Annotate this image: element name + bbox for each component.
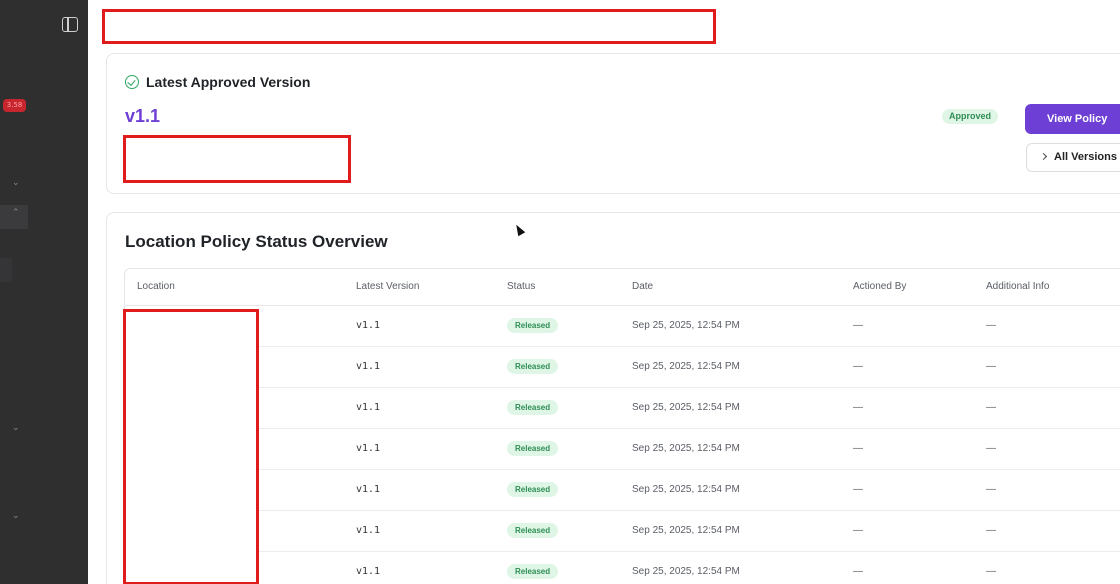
panel-toggle-icon[interactable]	[62, 17, 78, 32]
version-cell: v1.1	[344, 428, 495, 470]
column-header: Location	[125, 269, 344, 306]
column-header: Actioned By	[841, 269, 974, 306]
all-versions-label: All Versions	[1054, 151, 1117, 163]
additional-info-cell: —	[974, 305, 1120, 347]
chevron-down-icon[interactable]: ⌄	[12, 423, 20, 433]
section-title: Location Policy Status Overview	[125, 232, 388, 251]
chevron-down-icon[interactable]: ⌄	[12, 511, 20, 521]
redacted-page-title	[102, 9, 716, 44]
date-cell: Sep 25, 2025, 12:54 PM	[620, 346, 841, 388]
column-header: Date	[620, 269, 841, 306]
date-cell: Sep 25, 2025, 12:54 PM	[620, 510, 841, 552]
status-cell: Released	[495, 510, 620, 552]
additional-info-cell: —	[974, 346, 1120, 388]
sidebar-badge: 3.58	[3, 99, 26, 112]
additional-info-cell: —	[974, 469, 1120, 511]
redacted-version-details	[123, 135, 351, 183]
actioned-by-cell: —	[841, 387, 974, 429]
chevron-up-icon[interactable]: ⌃	[12, 208, 20, 218]
version-cell: v1.1	[344, 469, 495, 511]
all-versions-button[interactable]: All Versions	[1026, 143, 1120, 172]
date-cell: Sep 25, 2025, 12:54 PM	[620, 469, 841, 511]
approved-version-header: Latest Approved Version	[125, 74, 310, 90]
actioned-by-cell: —	[841, 428, 974, 470]
actioned-by-cell: —	[841, 305, 974, 347]
approved-version-number: v1.1	[125, 106, 161, 126]
date-cell: Sep 25, 2025, 12:54 PM	[620, 551, 841, 584]
version-cell: v1.1	[344, 510, 495, 552]
status-cell: Released	[495, 428, 620, 470]
additional-info-cell: —	[974, 387, 1120, 429]
date-cell: Sep 25, 2025, 12:54 PM	[620, 428, 841, 470]
chevron-right-icon	[1039, 152, 1048, 161]
additional-info-cell: —	[974, 510, 1120, 552]
status-badge: Approved	[942, 109, 999, 124]
table-header-row: Location Latest Version Status Date Acti…	[125, 269, 1120, 306]
table-row[interactable]: v1.1 Released Sep 25, 2025, 12:54 PM — —	[125, 510, 1120, 552]
table-row[interactable]: v1.1 Released Sep 25, 2025, 12:54 PM — —	[125, 469, 1120, 511]
status-badge: Released	[507, 564, 559, 579]
approved-version-heading: Latest Approved Version	[146, 74, 311, 90]
status-cell: Released	[495, 305, 620, 347]
date-cell: Sep 25, 2025, 12:54 PM	[620, 387, 841, 429]
status-badge: Released	[507, 441, 559, 456]
approved-version-card: Latest Approved Version v1.1 Approved Vi…	[106, 53, 1120, 194]
status-cell: Released	[495, 387, 620, 429]
main-content: Latest Approved Version v1.1 Approved Vi…	[88, 0, 1120, 584]
redacted-location-column	[123, 309, 259, 584]
status-badge: Released	[507, 318, 559, 333]
status-badge: Released	[507, 482, 559, 497]
table-row[interactable]: v1.1 Released Sep 25, 2025, 12:54 PM — —	[125, 346, 1120, 388]
column-header: Additional Info	[974, 269, 1120, 306]
version-cell: v1.1	[344, 346, 495, 388]
actioned-by-cell: —	[841, 469, 974, 511]
actioned-by-cell: —	[841, 346, 974, 388]
additional-info-cell: —	[974, 551, 1120, 584]
column-header: Status	[495, 269, 620, 306]
additional-info-cell: —	[974, 428, 1120, 470]
date-cell: Sep 25, 2025, 12:54 PM	[620, 305, 841, 347]
status-cell: Released	[495, 551, 620, 584]
status-badge: Released	[507, 400, 559, 415]
actioned-by-cell: —	[841, 551, 974, 584]
table-row[interactable]: v1.1 Released Sep 25, 2025, 12:54 PM — —	[125, 428, 1120, 470]
version-cell: v1.1	[344, 551, 495, 584]
version-cell: v1.1	[344, 305, 495, 347]
column-header: Latest Version	[344, 269, 495, 306]
version-cell: v1.1	[344, 387, 495, 429]
view-policy-button[interactable]: View Policy	[1025, 104, 1120, 134]
status-cell: Released	[495, 469, 620, 511]
status-cell: Released	[495, 346, 620, 388]
status-badge: Released	[507, 523, 559, 538]
table-row[interactable]: v1.1 Released Sep 25, 2025, 12:54 PM — —	[125, 551, 1120, 584]
table-row[interactable]: v1.1 Released Sep 25, 2025, 12:54 PM — —	[125, 305, 1120, 347]
check-circle-icon	[125, 75, 139, 89]
sidebar: 3.58 ⌄ ⌃ ⌄ ⌄	[0, 0, 88, 584]
sidebar-item[interactable]	[0, 258, 12, 282]
status-badge: Released	[507, 359, 559, 374]
actioned-by-cell: —	[841, 510, 974, 552]
view-policy-label: View Policy	[1047, 113, 1108, 125]
table-row[interactable]: v1.1 Released Sep 25, 2025, 12:54 PM — —	[125, 387, 1120, 429]
status-table: Location Latest Version Status Date Acti…	[124, 268, 1120, 584]
chevron-down-icon[interactable]: ⌄	[12, 178, 20, 188]
